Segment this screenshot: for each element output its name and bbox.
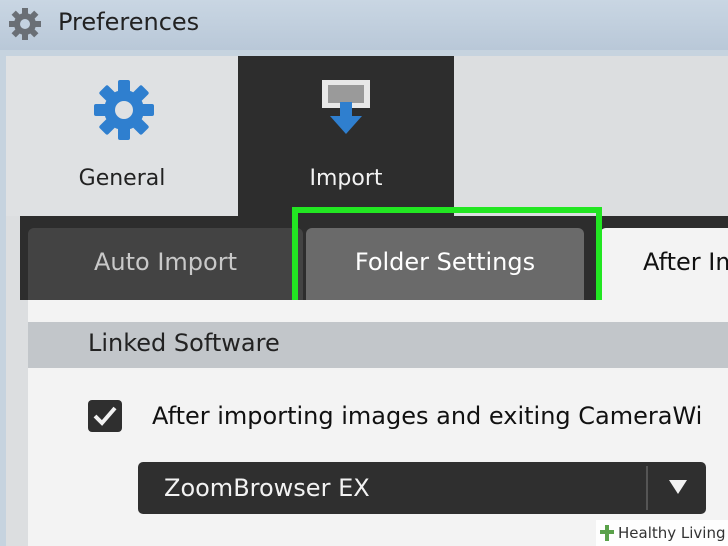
- tab-auto-import-label: Auto Import: [93, 248, 237, 276]
- select-divider: [646, 466, 648, 510]
- gear-icon: [94, 80, 154, 140]
- tab-general-label: General: [78, 166, 166, 191]
- cross-logo-icon: [600, 525, 614, 541]
- watermark: Healthy Living: [596, 520, 728, 546]
- section-heading: Linked Software: [88, 329, 280, 357]
- tab-folder-settings-label: Folder Settings: [354, 248, 536, 276]
- import-icon: [322, 80, 370, 134]
- watermark-text: Healthy Living: [618, 524, 726, 542]
- tab-import[interactable]: Import: [238, 56, 454, 216]
- tab-import-label: Import: [309, 166, 383, 191]
- chevron-down-icon[interactable]: [668, 478, 688, 496]
- launch-after-import-checkbox[interactable]: [88, 400, 122, 432]
- section-header: Linked Software: [28, 322, 728, 368]
- tab-general[interactable]: General: [6, 56, 238, 216]
- window-title: Preferences: [58, 8, 200, 36]
- tab-folder-settings[interactable]: Folder Settings: [306, 228, 584, 300]
- tab-auto-import[interactable]: Auto Import: [28, 228, 303, 300]
- title-bar: Preferences: [0, 0, 728, 50]
- tab-after-import[interactable]: After Im: [600, 228, 728, 300]
- launch-after-import-label: After importing images and exiting Camer…: [152, 402, 703, 430]
- tab-after-import-label: After Im: [643, 248, 728, 276]
- gear-icon: [9, 8, 41, 40]
- linked-software-select[interactable]: ZoomBrowser EX: [138, 462, 706, 514]
- checkmark-icon: [93, 406, 117, 426]
- linked-software-value: ZoomBrowser EX: [164, 474, 370, 502]
